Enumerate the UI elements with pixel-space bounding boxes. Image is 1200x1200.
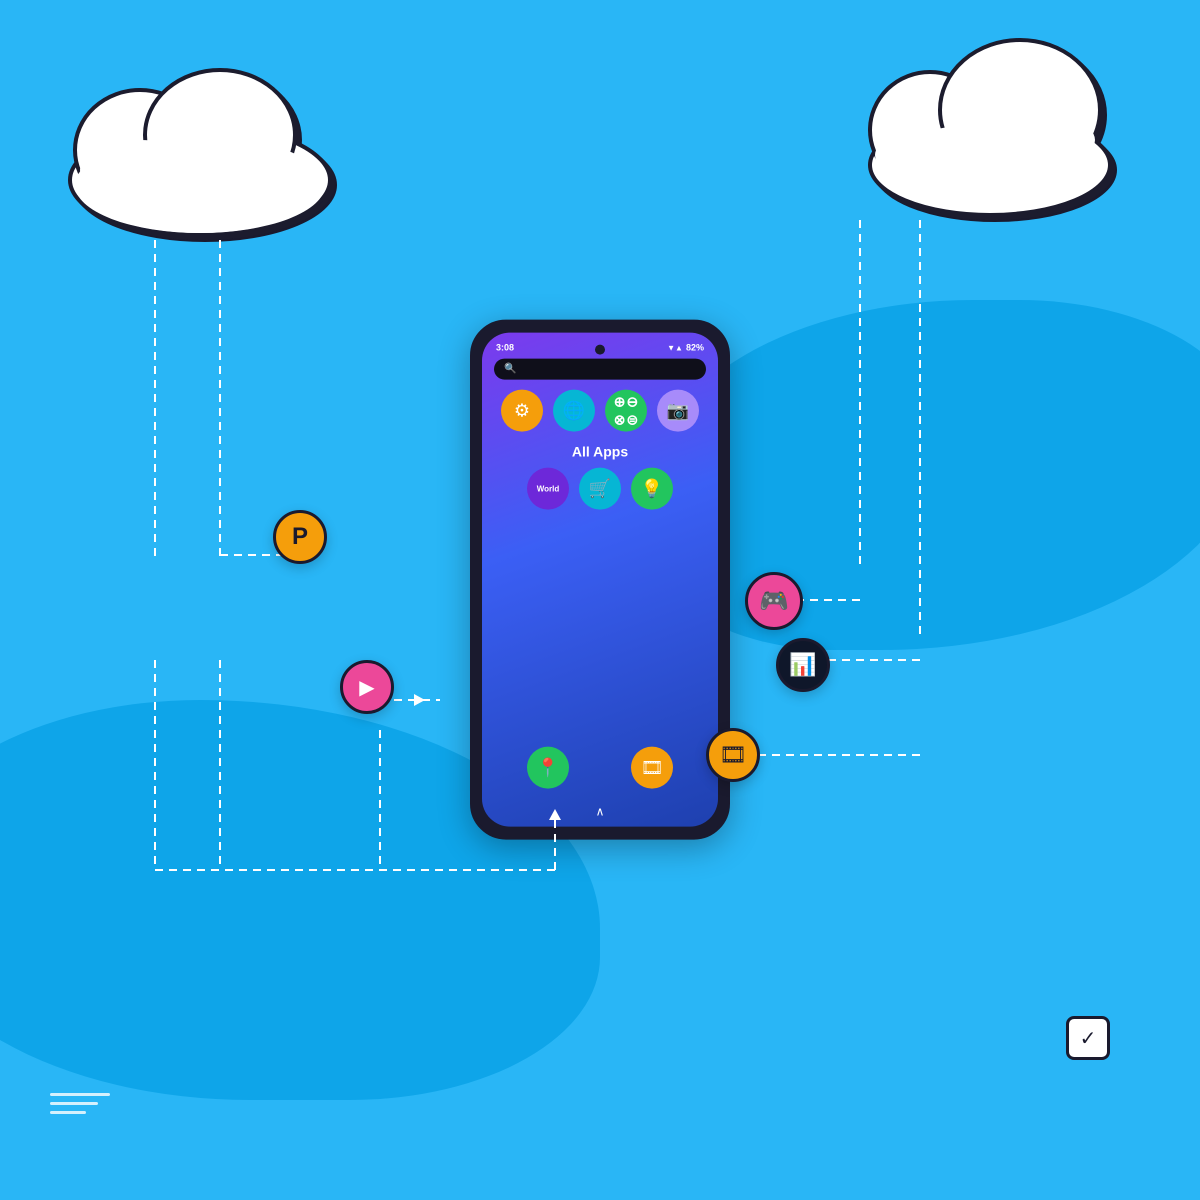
bottom-lines-decoration <box>50 1093 110 1120</box>
phone-outer: 3:08 ▼▲ 82% 🔍 ⚙ 🌐 <box>470 320 730 840</box>
globe-app-icon[interactable]: 🌐 <box>553 390 595 432</box>
bg-wave-right <box>650 300 1200 650</box>
phone-container: 3:08 ▼▲ 82% 🔍 ⚙ 🌐 <box>470 320 730 840</box>
location-icon: 📍 <box>537 757 559 778</box>
bottom-apps-row: World 🛒 💡 <box>482 464 718 514</box>
game-icon: 🎮 <box>759 587 789 616</box>
film-app-icon[interactable]: 🎞 <box>631 747 673 789</box>
play-symbol: ▶ <box>359 675 374 700</box>
all-apps-label: All Apps <box>482 436 718 464</box>
phone-notch <box>595 345 605 355</box>
play-float-icon[interactable]: ▶ <box>340 660 394 714</box>
nav-arrow: ∧ <box>482 805 718 819</box>
settings-app-icon[interactable]: ⚙ <box>501 390 543 432</box>
camera-app-icon[interactable]: 📷 <box>657 390 699 432</box>
signal-icon: ▼▲ <box>667 343 683 352</box>
cloud-left <box>40 40 360 245</box>
bulb-icon: 💡 <box>641 478 663 499</box>
nav-apps-row: 📍 🎞 <box>482 743 718 793</box>
calculator-app-icon[interactable]: ⊕⊖⊗⊜ <box>605 390 647 432</box>
cart-icon: 🛒 <box>589 478 611 499</box>
line-3 <box>50 1111 86 1114</box>
settings-icon: ⚙ <box>514 400 530 421</box>
game-float-icon[interactable]: 🎮 <box>745 572 803 630</box>
parking-float-icon[interactable]: P <box>273 510 327 564</box>
phone-screen: 3:08 ▼▲ 82% 🔍 ⚙ 🌐 <box>482 333 718 827</box>
globe-icon: 🌐 <box>563 400 585 421</box>
search-icon: 🔍 <box>504 364 516 375</box>
top-apps-row: ⚙ 🌐 ⊕⊖⊗⊜ 📷 <box>482 386 718 436</box>
calculator-icon: ⊕⊖⊗⊜ <box>612 391 640 430</box>
music-float-icon[interactable]: 📊 <box>776 638 830 692</box>
time: 3:08 <box>496 343 514 353</box>
world-app-icon[interactable]: World <box>527 468 569 510</box>
corner-box[interactable]: ✓ <box>1066 1016 1110 1060</box>
film-float-icon[interactable]: 🎞 <box>706 728 760 782</box>
line-1 <box>50 1093 110 1096</box>
camera-icon: 📷 <box>667 400 689 421</box>
cart-app-icon[interactable]: 🛒 <box>579 468 621 510</box>
bulb-app-icon[interactable]: 💡 <box>631 468 673 510</box>
check-icon: ✓ <box>1080 1026 1097 1051</box>
search-bar[interactable]: 🔍 <box>494 359 706 380</box>
music-icon: 📊 <box>789 652 816 678</box>
battery-level: 82% <box>686 343 704 353</box>
film-float-symbol: 🎞 <box>719 742 747 768</box>
line-2 <box>50 1102 98 1105</box>
world-label: World <box>537 484 560 493</box>
film-icon: 🎞 <box>641 757 664 778</box>
parking-symbol: P <box>292 523 308 551</box>
location-app-icon[interactable]: 📍 <box>527 747 569 789</box>
cloud-right <box>840 20 1140 225</box>
